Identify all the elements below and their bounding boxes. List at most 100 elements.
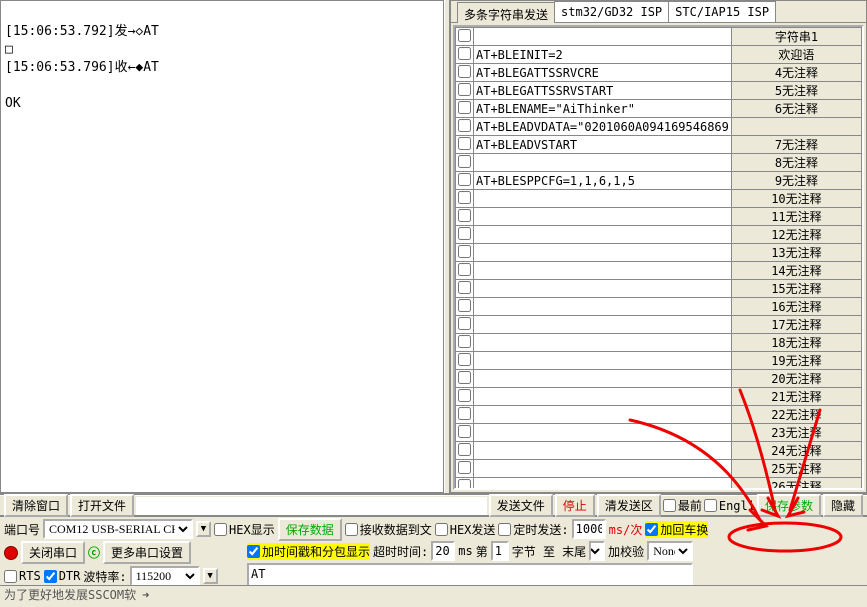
cmd-cell[interactable]: [474, 478, 732, 491]
timed-send-checkbox[interactable]: [498, 523, 511, 536]
port-dropdown-icon[interactable]: ▼: [196, 521, 211, 537]
cmd-cell[interactable]: [474, 406, 732, 424]
row-checkbox[interactable]: [458, 209, 471, 222]
row-checkbox[interactable]: [458, 443, 471, 456]
multi-send-grid[interactable]: 字符串1AT+BLEINIT=2欢迎语AT+BLEGATTSSRVCRE4无注释…: [453, 25, 864, 490]
cmd-cell[interactable]: AT+BLEADVSTART: [474, 136, 732, 154]
send-string-button[interactable]: 16无注释: [731, 298, 861, 316]
row-checkbox[interactable]: [458, 317, 471, 330]
row-checkbox[interactable]: [458, 173, 471, 186]
send-string-button[interactable]: [731, 118, 861, 136]
hide-button[interactable]: 隐藏: [823, 494, 863, 517]
row-checkbox[interactable]: [458, 353, 471, 366]
english-checkbox[interactable]: [704, 499, 717, 512]
cmd-cell[interactable]: [474, 442, 732, 460]
send-string-button[interactable]: 欢迎语: [731, 46, 861, 64]
send-string-button[interactable]: 12无注释: [731, 226, 861, 244]
row-checkbox[interactable]: [458, 281, 471, 294]
send-string-button[interactable]: 5无注释: [731, 82, 861, 100]
more-settings-button[interactable]: 更多串口设置: [103, 541, 191, 564]
send-string-button[interactable]: 9无注释: [731, 172, 861, 190]
send-string-button[interactable]: 22无注释: [731, 406, 861, 424]
cmd-cell[interactable]: [474, 370, 732, 388]
cmd-cell[interactable]: AT+BLENAME="AiThinker": [474, 100, 732, 118]
send-string-button[interactable]: 8无注释: [731, 154, 861, 172]
send-string-button[interactable]: 14无注释: [731, 262, 861, 280]
row-checkbox[interactable]: [458, 83, 471, 96]
send-string-button[interactable]: 17无注释: [731, 316, 861, 334]
cmd-cell[interactable]: AT+BLESPPCFG=1,1,6,1,5: [474, 172, 732, 190]
save-params-button[interactable]: 保存参数: [757, 494, 821, 517]
row-checkbox[interactable]: [458, 101, 471, 114]
row-checkbox[interactable]: [458, 29, 471, 42]
send-file-button[interactable]: 发送文件: [489, 494, 553, 517]
send-string-button[interactable]: 字符串1: [731, 28, 861, 46]
clear-window-button[interactable]: 清除窗口: [4, 494, 68, 517]
send-string-button[interactable]: 15无注释: [731, 280, 861, 298]
cmd-cell[interactable]: [474, 352, 732, 370]
send-string-button[interactable]: 10无注释: [731, 190, 861, 208]
timestamp-checkbox[interactable]: [247, 545, 260, 558]
baud-combo[interactable]: 115200: [130, 566, 200, 586]
byte-num-input[interactable]: [491, 541, 509, 561]
recv-to-file-checkbox[interactable]: [345, 523, 358, 536]
hex-send-checkbox[interactable]: [435, 523, 448, 536]
row-checkbox[interactable]: [458, 479, 471, 491]
save-data-button[interactable]: 保存数据: [278, 518, 342, 541]
cmd-cell[interactable]: [474, 316, 732, 334]
add-crlf-checkbox[interactable]: [645, 523, 658, 536]
cmd-cell[interactable]: AT+BLEGATTSSRVCRE: [474, 64, 732, 82]
close-port-button[interactable]: 关闭串口: [21, 541, 85, 564]
cmd-cell[interactable]: AT+BLEADVDATA="0201060A094169546869: [474, 118, 732, 136]
send-string-button[interactable]: 7无注释: [731, 136, 861, 154]
cmd-cell[interactable]: [474, 298, 732, 316]
cmd-cell[interactable]: [474, 388, 732, 406]
row-checkbox[interactable]: [458, 137, 471, 150]
send-string-button[interactable]: 19无注释: [731, 352, 861, 370]
tab-multi-string-send[interactable]: 多条字符串发送: [457, 2, 555, 23]
row-checkbox[interactable]: [458, 119, 471, 132]
interval-input[interactable]: [572, 519, 606, 539]
open-file-button[interactable]: 打开文件: [70, 494, 134, 517]
cmd-cell[interactable]: [474, 244, 732, 262]
receive-terminal[interactable]: [15:06:53.792]发→◇AT □ [15:06:53.796]收←◆A…: [0, 0, 444, 493]
row-checkbox[interactable]: [458, 425, 471, 438]
cmd-cell[interactable]: [474, 280, 732, 298]
send-string-button[interactable]: 6无注释: [731, 100, 861, 118]
row-checkbox[interactable]: [458, 389, 471, 402]
send-string-button[interactable]: 26无注释: [731, 478, 861, 491]
rts-checkbox[interactable]: [4, 570, 17, 583]
row-checkbox[interactable]: [458, 335, 471, 348]
send-string-button[interactable]: 11无注释: [731, 208, 861, 226]
row-checkbox[interactable]: [458, 227, 471, 240]
cmd-cell[interactable]: [474, 424, 732, 442]
row-checkbox[interactable]: [458, 299, 471, 312]
send-string-button[interactable]: 24无注释: [731, 442, 861, 460]
row-checkbox[interactable]: [458, 155, 471, 168]
cmd-cell[interactable]: AT+BLEINIT=2: [474, 46, 732, 64]
stop-button[interactable]: 停止: [555, 494, 595, 517]
port-combo[interactable]: COM12 USB-SERIAL CH34(: [43, 519, 193, 539]
row-checkbox[interactable]: [458, 65, 471, 78]
send-string-button[interactable]: 21无注释: [731, 388, 861, 406]
tab-stc-isp[interactable]: STC/IAP15 ISP: [668, 1, 776, 22]
baud-dropdown-icon[interactable]: ▼: [203, 568, 218, 584]
cmd-cell[interactable]: [474, 28, 732, 46]
cmd-cell[interactable]: [474, 226, 732, 244]
crc-combo[interactable]: None: [647, 541, 693, 561]
send-string-button[interactable]: 18无注释: [731, 334, 861, 352]
row-checkbox[interactable]: [458, 461, 471, 474]
cmd-cell[interactable]: [474, 190, 732, 208]
topmost-checkbox[interactable]: [663, 499, 676, 512]
hex-show-checkbox[interactable]: [214, 523, 227, 536]
cmd-cell[interactable]: [474, 262, 732, 280]
cmd-cell[interactable]: [474, 460, 732, 478]
row-checkbox[interactable]: [458, 47, 471, 60]
send-string-button[interactable]: 13无注释: [731, 244, 861, 262]
cmd-cell[interactable]: [474, 208, 732, 226]
byte-end-combo[interactable]: [589, 541, 605, 561]
send-string-button[interactable]: 25无注释: [731, 460, 861, 478]
tab-stm32-isp[interactable]: stm32/GD32 ISP: [554, 1, 669, 22]
refresh-icon[interactable]: ⓒ: [88, 544, 100, 561]
row-checkbox[interactable]: [458, 263, 471, 276]
